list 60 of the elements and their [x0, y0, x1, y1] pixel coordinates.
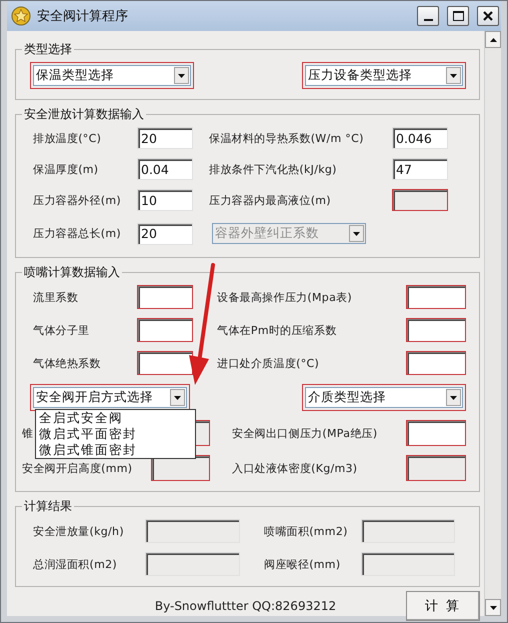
input-field[interactable]: [137, 318, 193, 342]
field-label: 气体分子里: [33, 322, 90, 338]
group-title: 计算结果: [23, 498, 73, 515]
field-label: 压力容器总长(m): [33, 226, 121, 241]
field-label: 气体绝热系数: [33, 356, 101, 370]
field-label: 入口处液体密度(Kg/m3): [232, 460, 358, 476]
caret-icon: [450, 74, 457, 78]
field-label: 设备最高操作压力(Mpa表): [217, 290, 352, 304]
input-field[interactable]: 20: [137, 222, 193, 244]
input-field[interactable]: 10: [137, 189, 193, 211]
caret-icon: [178, 74, 185, 78]
caret-icon: [174, 396, 181, 400]
input-field[interactable]: 47: [392, 158, 448, 180]
input-field[interactable]: [406, 285, 466, 309]
dropdown[interactable]: 压力设备类型选择: [302, 62, 466, 89]
input-field[interactable]: [137, 285, 193, 309]
field-label: 阀座喉径(mm): [264, 556, 340, 572]
up-arrow-icon: [490, 38, 496, 42]
minimize-button[interactable]: [417, 6, 439, 26]
field-label: 保温厚度(m): [33, 162, 98, 176]
scroll-up-button[interactable]: [485, 31, 501, 48]
maximize-button[interactable]: [447, 6, 469, 26]
minimize-icon: [424, 18, 432, 20]
dropdown[interactable]: 保温类型选择: [30, 62, 194, 89]
field-label: 排放温度(°C): [33, 130, 102, 146]
scroll-down-button[interactable]: [485, 599, 501, 616]
input-field[interactable]: 0.04: [137, 158, 193, 180]
field-label: 气体在Pm时的压缩系数: [217, 322, 337, 338]
dropdown[interactable]: 介质类型选择: [302, 384, 466, 411]
credit-text: By-Snowfluttter QQ:82693212: [154, 599, 338, 613]
field-label: 压力容器内最高液位(m): [209, 192, 331, 208]
field-label: 喷嘴面积(mm2): [264, 524, 348, 538]
field-label: 排放条件下汽化热(kJ/kg): [209, 162, 337, 176]
close-button[interactable]: [477, 6, 499, 26]
input-field[interactable]: [406, 351, 466, 375]
input-field[interactable]: [406, 420, 466, 446]
group-title: 安全泄放计算数据输入: [23, 106, 145, 123]
group-title: 喷嘴计算数据输入: [23, 264, 121, 281]
input-field[interactable]: [137, 351, 193, 375]
input-field[interactable]: 20: [137, 127, 193, 149]
input-field[interactable]: 0.046: [392, 127, 448, 149]
star-badge-icon: [11, 6, 31, 26]
input-field[interactable]: [406, 318, 466, 342]
field-label: 安全阀出口侧压力(MPa绝压): [232, 426, 378, 440]
caret-icon: [353, 232, 360, 236]
window-title: 安全阀计算程序: [37, 8, 129, 25]
field-label: 压力容器外径(m): [33, 192, 121, 208]
field-label: 总润湿面积(m2): [33, 556, 117, 572]
scrollbar[interactable]: [484, 31, 501, 616]
group-title: 类型选择: [23, 41, 73, 58]
field-label: 进口处介质温度(°C): [217, 356, 320, 370]
caret-icon: [450, 396, 457, 400]
field-label: 安全泄放量(kg/h): [33, 524, 124, 538]
field-label: 安全阀开启高度(mm): [22, 460, 132, 476]
close-icon: [483, 11, 493, 21]
field-label: 保温材料的导热系数(W/m °C): [209, 130, 364, 146]
field-label: 流里系数: [33, 290, 78, 304]
down-arrow-icon: [490, 606, 496, 610]
calculate-button[interactable]: 计 算: [406, 591, 480, 621]
maximize-icon: [452, 11, 464, 21]
